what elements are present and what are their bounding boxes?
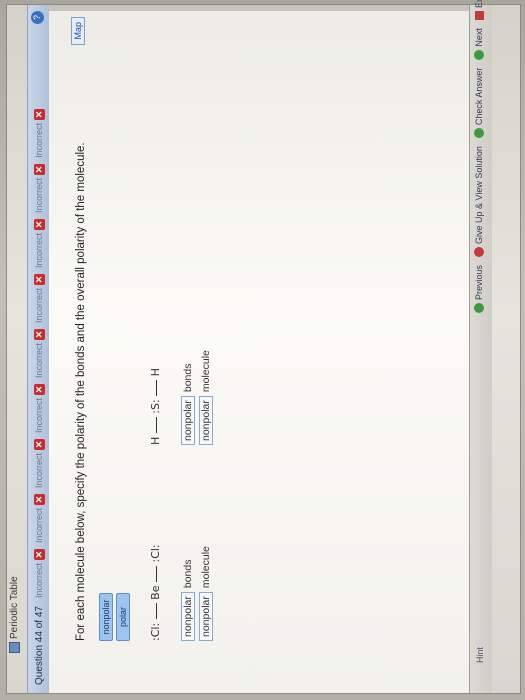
next-button[interactable]: Next — [474, 28, 484, 60]
incorrect-icon: ✕ — [33, 273, 45, 285]
mark-label: Incorrect — [34, 232, 44, 268]
previous-label: Previous — [474, 264, 484, 300]
score-bar: Question 44 of 47 Incorrect ✕ Incorrect ✕ … — [27, 5, 51, 693]
molecule-drop-target[interactable]: nonpolar — [199, 396, 213, 445]
question-prompt: For each molecule below, specify the pol… — [75, 142, 87, 641]
bonds-label: bonds — [182, 559, 194, 589]
atom-left: :Cl: — [149, 622, 162, 641]
bonds-answer-row: nonpolar bonds — [181, 560, 195, 641]
bottom-bar: Hint Previous Give Up & View Solution Ch… — [469, 0, 492, 693]
molecule-drop-target[interactable]: nonpolar — [199, 592, 213, 641]
mark-label: Incorrect — [34, 397, 44, 433]
app-window: Periodic Table Question 44 of 47 Incorre… — [6, 0, 521, 694]
atom-right: :Cl: — [149, 544, 162, 563]
bonds-answer-row: nonpolar bonds — [181, 364, 195, 445]
bond-line — [155, 417, 157, 434]
mark-label: Incorrect — [34, 563, 44, 599]
chip-polar[interactable]: polar — [116, 593, 130, 641]
mark-label: Incorrect — [34, 342, 44, 378]
score-mark[interactable]: Incorrect ✕ — [33, 494, 45, 544]
check-label: Check Answer — [474, 67, 484, 126]
incorrect-icon: ✕ — [33, 218, 45, 230]
exit-icon — [474, 11, 484, 21]
bond-line — [155, 603, 157, 620]
hint-link[interactable]: Hint — [475, 647, 485, 663]
chip-nonpolar[interactable]: nonpolar — [99, 593, 113, 641]
incorrect-icon: ✕ — [33, 163, 45, 175]
incorrect-icon: ✕ — [33, 383, 45, 395]
atom-left: H — [149, 436, 162, 445]
mark-label: Incorrect — [34, 453, 44, 489]
periodic-table-icon — [9, 642, 20, 653]
exit-label: Exit — [474, 0, 484, 9]
molecule-answer-row: nonpolar molecule — [199, 546, 213, 641]
mark-label: Incorrect — [34, 287, 44, 323]
score-mark[interactable]: Incorrect ✕ — [33, 218, 45, 268]
next-label: Next — [474, 28, 484, 47]
incorrect-icon: ✕ — [33, 439, 45, 450]
check-icon — [474, 128, 484, 139]
mark-label: Incorrect — [34, 508, 44, 544]
help-icon[interactable]: ? — [31, 11, 44, 24]
molecule-label: molecule — [200, 350, 212, 393]
previous-icon — [474, 303, 484, 313]
score-mark[interactable]: Incorrect ✕ — [33, 163, 45, 213]
map-button[interactable]: Map — [71, 17, 85, 45]
score-mark[interactable]: Incorrect ✕ — [33, 549, 45, 599]
periodic-table-label: Periodic Table — [9, 576, 21, 639]
check-answer-button[interactable]: Check Answer — [474, 68, 484, 139]
bonds-drop-target[interactable]: nonpolar — [181, 396, 195, 445]
bonds-label: bonds — [182, 363, 194, 393]
molecule-becl2: :Cl: Be :Cl: — [149, 544, 162, 641]
incorrect-icon: ✕ — [33, 494, 45, 506]
score-mark[interactable]: Incorrect ✕ — [33, 328, 45, 378]
molecule-answer-row: nonpolar molecule — [199, 350, 213, 445]
periodic-table-link[interactable]: Periodic Table — [9, 576, 20, 653]
question-panel: Map For each molecule below, specify the… — [49, 5, 469, 693]
bond-line — [155, 379, 157, 396]
answer-chip-bank: nonpolar polar — [99, 593, 133, 641]
rotated-screen: Periodic Table Question 44 of 47 Incorre… — [0, 0, 525, 700]
score-mark[interactable]: Incorrect ✕ — [33, 383, 45, 433]
scrollbar[interactable] — [49, 5, 469, 11]
molecule-h2s: H :S: H — [149, 368, 162, 445]
give-up-label: Give Up & View Solution — [474, 146, 484, 244]
previous-button[interactable]: Previous — [474, 265, 484, 313]
question-number: Question 44 of 47 — [33, 606, 45, 685]
give-up-button[interactable]: Give Up & View Solution — [474, 146, 484, 257]
mark-label: Incorrect — [34, 122, 44, 158]
incorrect-icon: ✕ — [33, 108, 45, 120]
atom-center: :S: — [149, 399, 162, 414]
score-mark[interactable]: Incorrect ✕ — [33, 273, 45, 323]
nav-buttons: Previous Give Up & View Solution Check A… — [474, 0, 484, 313]
incorrect-icon: ✕ — [33, 328, 45, 340]
top-bar: Periodic Table — [7, 5, 27, 693]
molecule-label: molecule — [200, 546, 212, 589]
next-icon — [474, 49, 484, 60]
bonds-drop-target[interactable]: nonpolar — [181, 592, 195, 641]
bond-line — [155, 566, 157, 583]
incorrect-icon: ✕ — [33, 549, 45, 561]
score-mark[interactable]: Incorrect ✕ — [33, 439, 45, 489]
atom-right: H — [149, 368, 162, 377]
atom-center: Be — [149, 585, 162, 600]
exit-button[interactable]: Exit — [474, 0, 484, 21]
score-mark[interactable]: Incorrect ✕ — [33, 108, 45, 158]
mark-label: Incorrect — [34, 177, 44, 213]
give-up-icon — [474, 246, 484, 257]
